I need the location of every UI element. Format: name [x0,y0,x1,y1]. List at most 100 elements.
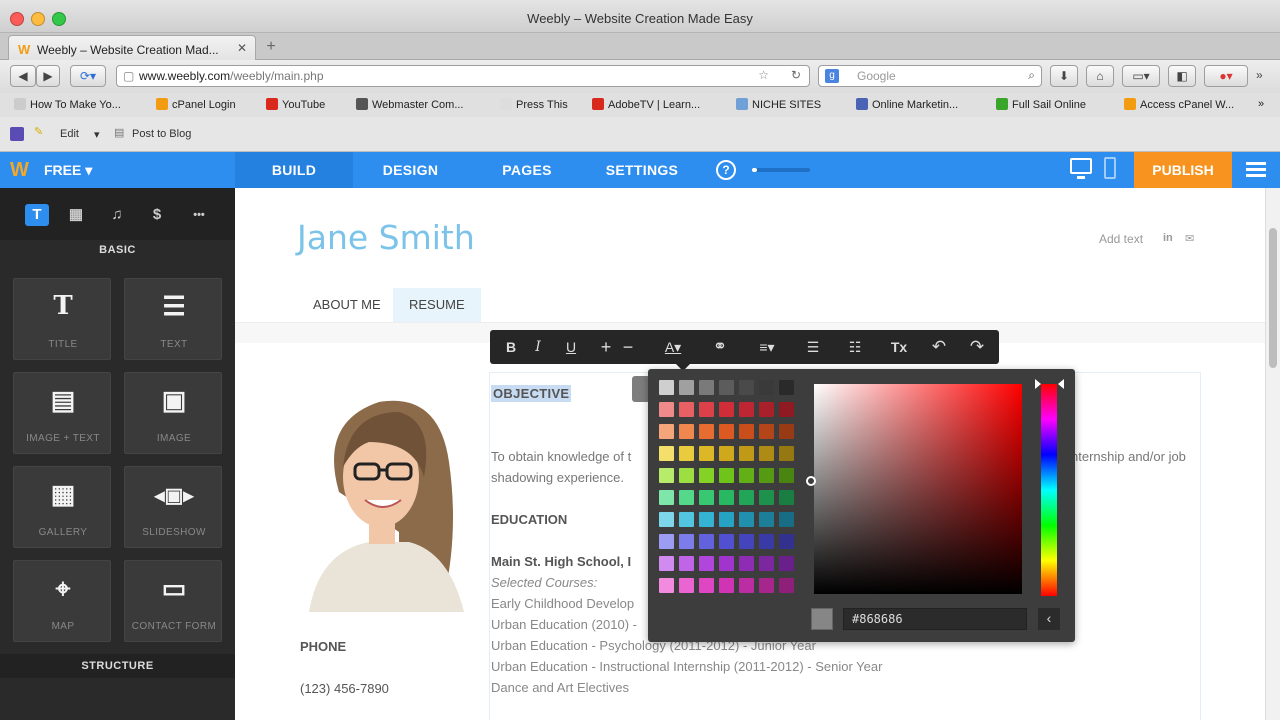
bookmark-item[interactable]: Online Marketin... [856,98,958,111]
color-swatch[interactable] [779,512,794,527]
color-swatch[interactable] [759,380,774,395]
color-swatch[interactable] [759,424,774,439]
underline-button[interactable]: U [558,330,584,364]
color-swatch[interactable] [759,556,774,571]
color-swatch[interactable] [719,556,734,571]
plan-dropdown[interactable]: FREE ▾ [44,162,92,179]
window-button[interactable]: ▭▾ [1122,65,1160,87]
tab-pages[interactable]: PAGES [468,152,586,188]
objective-text[interactable]: To obtain knowledge of t [491,449,631,464]
color-swatch[interactable] [779,424,794,439]
email-icon[interactable]: ✉ [1185,232,1194,245]
profile-photo[interactable] [299,382,469,612]
school-name[interactable]: Main St. High School, I [491,554,631,569]
addon-button[interactable]: ◧ [1168,65,1196,87]
color-swatch[interactable] [739,534,754,549]
close-tab-icon[interactable]: ✕ [237,41,247,55]
site-nav-about[interactable]: ABOUT ME [297,288,397,322]
clear-format-button[interactable]: Tx [886,330,912,364]
color-swatch[interactable] [699,468,714,483]
objective-heading[interactable]: OBJECTIVE [491,385,572,402]
menu-icon[interactable] [1246,162,1266,178]
post-blog-icon[interactable]: ▤ [114,126,124,139]
search-bar[interactable]: g Google ⌕ [818,65,1042,87]
color-swatch[interactable] [779,490,794,505]
color-swatch[interactable] [679,578,694,593]
element-title[interactable]: T TITLE [13,278,111,360]
overflow-icon[interactable]: » [1256,68,1263,82]
bookmark-item[interactable]: Webmaster Com... [356,98,464,111]
color-swatch[interactable] [759,578,774,593]
color-swatch[interactable] [699,556,714,571]
tab-design[interactable]: DESIGN [353,152,468,188]
color-swatch[interactable] [739,446,754,461]
hue-slider[interactable] [1041,384,1057,596]
color-swatch[interactable] [739,380,754,395]
color-swatch[interactable] [679,534,694,549]
url-bar[interactable]: ▢ www.weebly.com/weebly/main.php ☆ ↻ [116,65,810,87]
color-swatch[interactable] [679,402,694,417]
sidebar-tab-structure[interactable]: ▦ [64,204,88,226]
color-swatch[interactable] [759,534,774,549]
addon-edit[interactable]: Edit [60,128,79,140]
color-swatch[interactable] [759,512,774,527]
linkedin-icon[interactable]: in [1163,232,1173,244]
italic-button[interactable]: I [526,330,550,364]
bold-button[interactable]: B [498,330,524,364]
color-swatch[interactable] [719,468,734,483]
color-swatch[interactable] [719,446,734,461]
color-swatch[interactable] [659,402,674,417]
color-swatch[interactable] [699,490,714,505]
color-swatch[interactable] [719,512,734,527]
color-swatch[interactable] [719,380,734,395]
education-heading[interactable]: EDUCATION [491,512,567,527]
scrollbar-thumb[interactable] [1269,228,1277,368]
edit-icon[interactable]: ✎ [34,125,43,138]
color-swatch[interactable] [699,446,714,461]
search-icon[interactable]: ⌕ [1028,68,1035,83]
mobile-view-icon[interactable] [1104,157,1116,179]
color-swatch[interactable] [779,380,794,395]
element-gallery[interactable]: ▦ GALLERY [13,466,111,548]
color-swatch[interactable] [679,468,694,483]
course-item[interactable]: Dance and Art Electives [491,680,629,695]
color-swatch[interactable] [659,490,674,505]
decrease-font-button[interactable]: − [618,330,638,364]
color-swatch[interactable] [699,424,714,439]
color-swatch[interactable] [759,402,774,417]
font-color-button[interactable]: A▾ [656,330,690,364]
bookmark-item[interactable]: AdobeTV | Learn... [592,98,700,111]
color-swatch[interactable] [779,468,794,483]
phone-value[interactable]: (123) 456-7890 [300,681,389,696]
color-swatch[interactable] [699,512,714,527]
objective-text-line2[interactable]: shadowing experience. [491,470,624,485]
weebly-logo[interactable]: W [10,159,29,182]
color-swatch[interactable] [699,534,714,549]
color-swatch[interactable] [659,556,674,571]
color-swatch[interactable] [779,556,794,571]
color-swatch[interactable] [679,380,694,395]
color-swatch[interactable] [679,556,694,571]
element-slideshow[interactable]: ◂▣▸ SLIDESHOW [124,466,222,548]
color-swatch[interactable] [739,424,754,439]
redo-button[interactable]: ↷ [964,330,990,364]
color-swatch[interactable] [779,578,794,593]
color-swatch[interactable] [719,578,734,593]
bookmarks-overflow-icon[interactable]: » [1258,98,1264,110]
addon-post[interactable]: Post to Blog [132,128,191,140]
color-swatch[interactable] [779,402,794,417]
color-swatch[interactable] [679,424,694,439]
color-swatch[interactable] [759,490,774,505]
objective-text-end[interactable]: nternship and/or job [1071,449,1186,464]
color-swatch[interactable] [739,578,754,593]
element-image-text[interactable]: ▤ IMAGE + TEXT [13,372,111,454]
element-text[interactable]: ☰ TEXT [124,278,222,360]
color-swatch[interactable] [719,402,734,417]
color-swatch[interactable] [759,468,774,483]
color-swatch[interactable] [659,424,674,439]
color-swatch[interactable] [759,446,774,461]
color-swatch[interactable] [779,446,794,461]
undo-button[interactable]: ↶ [926,330,952,364]
bookmark-item[interactable]: Full Sail Online [996,98,1086,111]
addon-dropdown-icon[interactable]: ▾ [94,128,100,141]
